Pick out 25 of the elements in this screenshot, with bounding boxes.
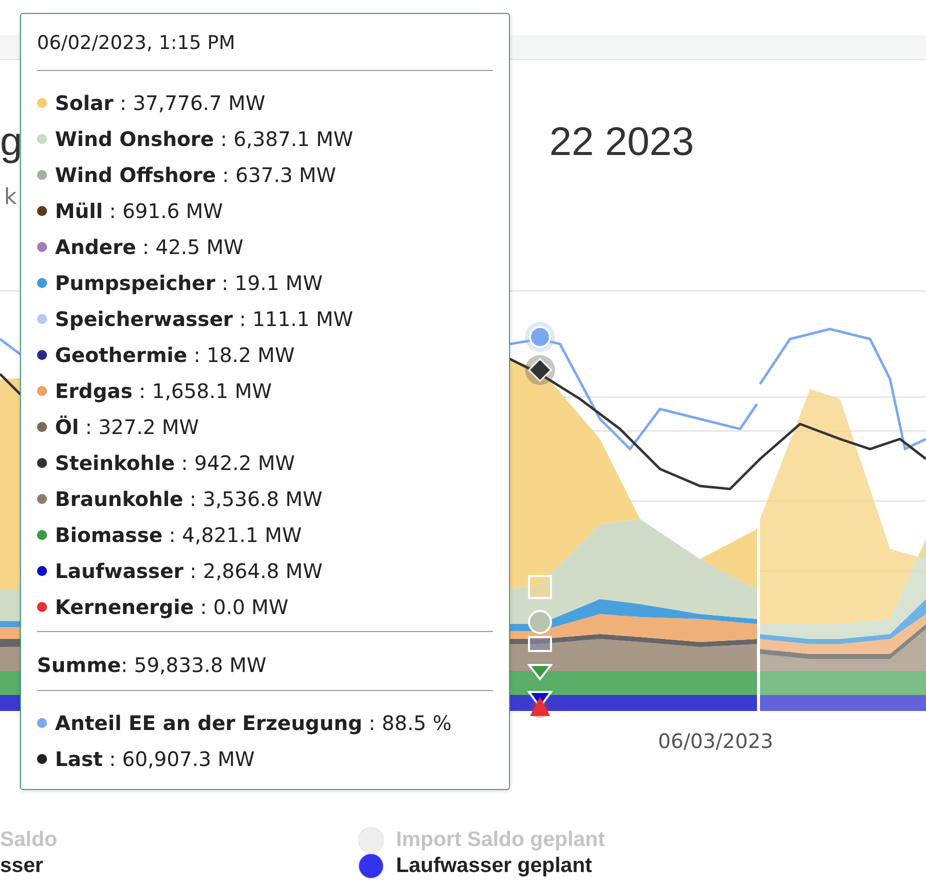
legend-item[interactable]: Laufwasser geplant xyxy=(396,854,592,878)
series-value: Last : 60,907.3 MW xyxy=(55,747,255,771)
series-value: Anteil EE an der Erzeugung : 88.5 % xyxy=(55,711,452,735)
series-value: Geothermie : 18.2 MW xyxy=(55,343,295,367)
series-value: Wind Onshore : 6,387.1 MW xyxy=(55,127,354,151)
chart-title: 22 2023 xyxy=(549,120,694,165)
chart-title: g xyxy=(0,120,22,165)
tooltip-date: 06/02/2023, 1:15 PM xyxy=(37,32,236,56)
legend-item[interactable]: sser xyxy=(0,854,44,878)
series-value: Pumpspeicher : 19.1 MW xyxy=(55,271,323,295)
series-value: Müll : 691.6 MW xyxy=(55,199,223,223)
series-value: Braunkohle : 3,536.8 MW xyxy=(55,487,322,511)
series-value: Öl : 327.2 MW xyxy=(55,415,199,439)
chart-subtitle: k xyxy=(4,185,18,210)
series-value: Kernenergie : 0.0 MW xyxy=(55,595,288,619)
series-value: Andere : 42.5 MW xyxy=(55,235,244,259)
series-value: Steinkohle : 942.2 MW xyxy=(55,451,295,475)
sum-value: Summe: 59,833.8 MW xyxy=(37,653,266,677)
series-value: Biomasse : 4,821.1 MW xyxy=(55,523,302,547)
series-value: Laufwasser : 2,864.8 MW xyxy=(55,559,323,583)
series-value: Erdgas : 1,658.1 MW xyxy=(55,379,272,403)
x-axis-label: 06/03/2023 xyxy=(658,729,774,753)
series-value: Speicherwasser : 111.1 MW xyxy=(55,307,353,331)
series-value: Wind Offshore : 637.3 MW xyxy=(55,163,336,187)
series-value: Solar : 37,776.7 MW xyxy=(55,91,266,115)
